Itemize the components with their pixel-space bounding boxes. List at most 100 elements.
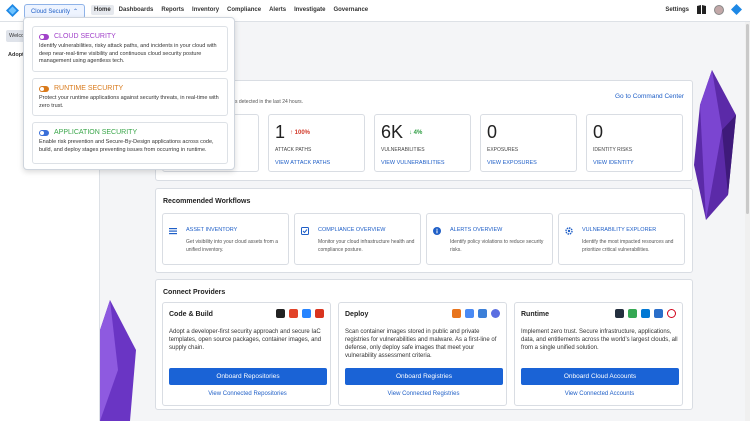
- settings-link[interactable]: Settings: [665, 7, 689, 13]
- chevron-up-icon: ⌃: [73, 9, 79, 15]
- book-icon[interactable]: [696, 4, 707, 15]
- workflow-card-vulnerability-explorer[interactable]: VULNERABILITY EXPLORER Identify the most…: [558, 213, 685, 265]
- nav-dashboards[interactable]: Dashboards: [116, 5, 157, 15]
- metric-delta: ↑ 100%: [290, 130, 311, 136]
- jenkins-icon: [315, 309, 324, 318]
- recommended-workflows-panel: Recommended Workflows ASSET INVENTORY Ge…: [155, 188, 693, 273]
- view-connected-accounts-link[interactable]: View Connected Accounts: [515, 391, 684, 397]
- security-summary-panel: ts ents detected in the last 24 hours. G…: [155, 80, 693, 181]
- dropdown-item-cloud-security[interactable]: CLOUD SECURITY Identify vulnerabilities,…: [32, 26, 228, 72]
- workflow-title: ALERTS OVERVIEW: [450, 227, 503, 233]
- provider-title: Deploy: [345, 311, 369, 318]
- dropdown-item-description: Identify vulnerabilities, risky attack p…: [39, 43, 217, 64]
- nav-compliance[interactable]: Compliance: [224, 5, 264, 15]
- metric-card-exposures: 0 EXPOSURES VIEW EXPOSURES: [480, 114, 577, 172]
- metric-label: VULNERABILITIES: [381, 147, 425, 153]
- nav-investigate[interactable]: Investigate: [291, 5, 328, 15]
- app-logo-icon[interactable]: [6, 4, 19, 17]
- app-switcher-icon[interactable]: [731, 4, 742, 15]
- view-connected-repositories-link[interactable]: View Connected Repositories: [163, 391, 332, 397]
- gear-icon: [565, 227, 573, 235]
- decorative-crystal-right: [694, 70, 736, 220]
- alibaba-cloud-icon: [654, 309, 663, 318]
- dropdown-item-application-security[interactable]: APPLICATION SECURITY Enable risk prevent…: [32, 122, 228, 164]
- metric-card-vulnerabilities: 6K ↓ 4% VULNERABILITIES VIEW VULNERABILI…: [374, 114, 471, 172]
- toggle-icon: [39, 129, 49, 136]
- dropdown-item-title: CLOUD SECURITY: [54, 33, 116, 40]
- metric-value: 1: [275, 122, 286, 142]
- view-exposures-link[interactable]: VIEW EXPOSURES: [487, 160, 537, 166]
- metric-card-identity-risks: 0 IDENTITY RISKS VIEW IDENTITY: [586, 114, 683, 172]
- dropdown-item-header: APPLICATION SECURITY: [39, 129, 137, 136]
- oracle-cloud-icon: [667, 309, 676, 318]
- gcp-icon: [628, 309, 637, 318]
- provider-description: Implement zero trust. Secure infrastruct…: [521, 329, 678, 351]
- workflow-description: Monitor your cloud infrastructure health…: [318, 239, 415, 253]
- dropdown-item-description: Enable risk prevention and Secure-By-Des…: [39, 139, 214, 153]
- provider-card-deploy: Deploy Scan container images stored in p…: [338, 302, 507, 406]
- nav-alerts[interactable]: Alerts: [266, 5, 289, 15]
- workflows-title: Recommended Workflows: [163, 198, 251, 205]
- info-icon: [433, 227, 441, 235]
- connect-providers-panel: Connect Providers Code & Build Adopt a d…: [155, 279, 693, 410]
- workflow-description: Identify policy violations to reduce sec…: [450, 239, 544, 253]
- provider-icons: [452, 309, 500, 318]
- view-attack-paths-link[interactable]: VIEW ATTACK PATHS: [275, 160, 330, 166]
- summary-subtitle: ents detected in the last 24 hours.: [228, 99, 304, 105]
- ecr-icon: [452, 309, 461, 318]
- main-nav: Home Dashboards Reports Inventory Compli…: [91, 5, 373, 15]
- nav-governance[interactable]: Governance: [330, 5, 371, 15]
- view-identity-link[interactable]: VIEW IDENTITY: [593, 160, 634, 166]
- provider-title: Runtime: [521, 311, 549, 318]
- gitlab-icon: [289, 309, 298, 318]
- metric-delta: ↓ 4%: [409, 130, 423, 136]
- provider-icons: [615, 309, 676, 318]
- workflow-title: VULNERABILITY EXPLORER: [582, 227, 657, 233]
- list-icon: [169, 228, 177, 235]
- provider-icons: [276, 309, 324, 318]
- sidebar-item-adoption[interactable]: Adopt: [8, 52, 24, 58]
- workflow-title: COMPLIANCE OVERVIEW: [318, 227, 386, 233]
- checklist-icon: [301, 227, 309, 235]
- nav-reports[interactable]: Reports: [158, 5, 187, 15]
- nav-home[interactable]: Home: [91, 5, 114, 15]
- aws-icon: [615, 309, 624, 318]
- onboard-cloud-accounts-button[interactable]: Onboard Cloud Accounts: [521, 368, 679, 385]
- onboard-repositories-button[interactable]: Onboard Repositories: [169, 368, 327, 385]
- provider-card-runtime: Runtime Implement zero trust. Secure inf…: [514, 302, 683, 406]
- avatar[interactable]: [714, 4, 724, 15]
- topbar-right-actions: Settings: [665, 4, 742, 15]
- onboard-registries-button[interactable]: Onboard Registries: [345, 368, 503, 385]
- metric-label: IDENTITY RISKS: [593, 147, 633, 153]
- metric-label: ATTACK PATHS: [275, 147, 312, 153]
- workflow-card-alerts-overview[interactable]: ALERTS OVERVIEW Identify policy violatio…: [426, 213, 553, 265]
- registry-icon: [491, 309, 500, 318]
- scope-selector-label: Cloud Security: [30, 8, 70, 15]
- gcr-icon: [465, 309, 474, 318]
- dropdown-item-header: CLOUD SECURITY: [39, 33, 116, 40]
- dropdown-item-title: RUNTIME SECURITY: [54, 85, 124, 92]
- nav-inventory[interactable]: Inventory: [189, 5, 222, 15]
- page-scrollbar-thumb[interactable]: [746, 24, 749, 214]
- provider-title: Code & Build: [169, 311, 213, 318]
- bitbucket-icon: [302, 309, 311, 318]
- dropdown-item-runtime-security[interactable]: RUNTIME SECURITY Protect your runtime ap…: [32, 78, 228, 116]
- metric-value: 6K: [381, 122, 404, 142]
- azure-icon: [641, 309, 650, 318]
- github-icon: [276, 309, 285, 318]
- command-center-link[interactable]: Go to Command Center: [615, 93, 684, 100]
- provider-description: Scan container images stored in public a…: [345, 329, 497, 359]
- toggle-icon: [39, 33, 49, 40]
- dropdown-item-title: APPLICATION SECURITY: [54, 129, 138, 136]
- view-connected-registries-link[interactable]: View Connected Registries: [339, 391, 508, 397]
- workflow-card-compliance-overview[interactable]: COMPLIANCE OVERVIEW Monitor your cloud i…: [294, 213, 421, 265]
- workflow-description: Get visibility into your cloud assets fr…: [186, 239, 278, 253]
- product-scope-dropdown: CLOUD SECURITY Identify vulnerabilities,…: [23, 17, 235, 170]
- view-vulnerabilities-link[interactable]: VIEW VULNERABILITIES: [381, 160, 445, 166]
- acr-icon: [478, 309, 487, 318]
- provider-description: Adopt a developer-first security approac…: [169, 329, 322, 351]
- metric-label: EXPOSURES: [487, 147, 519, 153]
- workflow-card-asset-inventory[interactable]: ASSET INVENTORY Get visibility into your…: [162, 213, 289, 265]
- metric-value: 0: [593, 122, 604, 142]
- metric-value: 0: [487, 122, 498, 142]
